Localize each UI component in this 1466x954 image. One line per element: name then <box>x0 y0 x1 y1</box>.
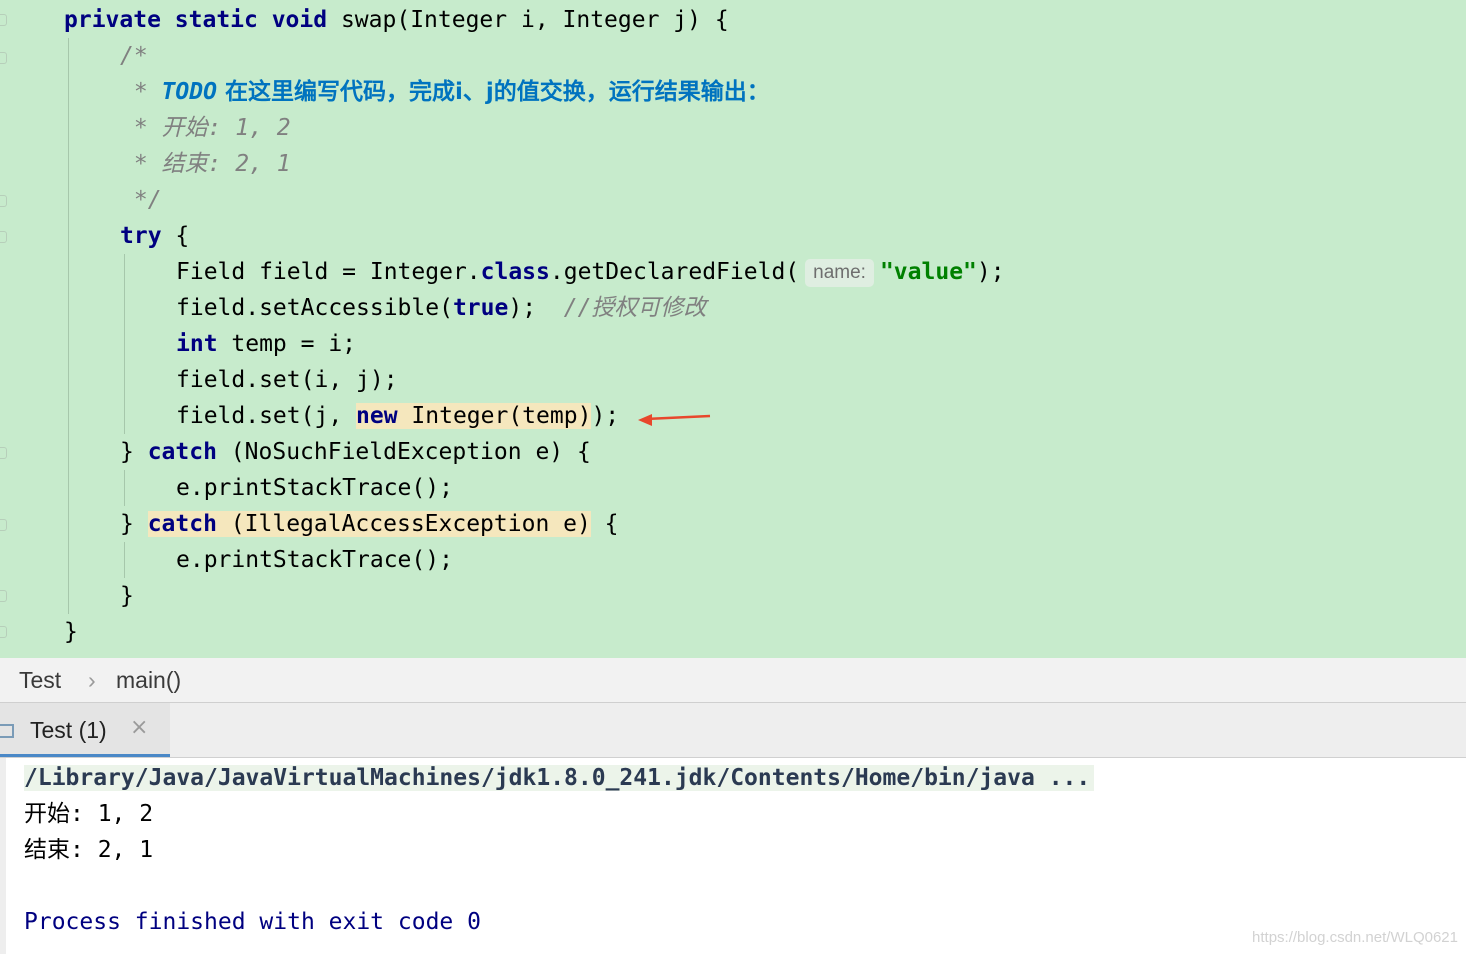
code-line-print-trace: e.printStackTrace(); <box>176 475 453 501</box>
keyword: private static void <box>64 7 328 33</box>
indent-guide <box>124 542 125 578</box>
run-console[interactable]: /Library/Java/JavaVirtualMachines/jdk1.8… <box>0 758 1466 954</box>
console-command-line: /Library/Java/JavaVirtualMachines/jdk1.8… <box>24 760 1095 796</box>
keyword: catch <box>147 511 217 537</box>
chevron-right-icon: › <box>88 667 96 693</box>
code-line-brace: } <box>64 619 78 645</box>
java-command-path[interactable]: /Library/Java/JavaVirtualMachines/jdk1.8… <box>24 765 1095 791</box>
keyword: int <box>176 331 218 357</box>
string-literal: "value" <box>879 259 977 285</box>
close-icon[interactable]: × <box>130 715 148 740</box>
code-line-try: try { <box>120 218 189 254</box>
code-text: Field field = Integer. <box>176 259 481 285</box>
code-line-set-accessible: field.setAccessible(true); //授权可修改 <box>176 290 706 326</box>
breadcrumb-method[interactable]: main() <box>116 667 181 694</box>
annotation-arrow-icon <box>638 414 711 426</box>
code-line-set-j: field.set(j, new Integer(temp)); <box>176 398 619 434</box>
keyword: new <box>356 403 398 429</box>
code-line-brace: } <box>120 583 134 609</box>
console-gutter <box>0 758 6 954</box>
keyword: class <box>480 259 550 285</box>
console-output-start: 开始: 1, 2 <box>24 801 154 827</box>
line-comment: //授权可修改 <box>563 295 707 321</box>
code-text: swap(Integer i, Integer j) { <box>327 7 729 33</box>
highlighted-code: (IllegalAccessException e) <box>216 511 591 537</box>
comment-line: * 开始: 1, 2 <box>120 115 291 141</box>
code-editor[interactable]: private static void swap(Integer i, Inte… <box>0 0 1466 658</box>
tab-label: Test (1) <box>30 717 107 743</box>
fold-marker[interactable] <box>0 14 7 26</box>
run-console-icon <box>0 724 14 738</box>
code-text: ); <box>976 259 1005 285</box>
fold-marker[interactable] <box>0 519 7 531</box>
code-text: .getDeclaredField( <box>549 259 800 285</box>
todo-keyword: TODO <box>161 79 217 105</box>
comment-line: /* <box>120 43 148 69</box>
keyword: try <box>120 223 162 249</box>
fold-marker[interactable] <box>0 195 7 207</box>
breadcrumb-class[interactable]: Test <box>19 667 61 694</box>
code-line-print-trace: e.printStackTrace(); <box>176 547 453 573</box>
fold-marker[interactable] <box>0 590 7 602</box>
fold-marker[interactable] <box>0 52 7 64</box>
todo-text: 在这里编写代码，完成i、j的值交换，运行结果输出： <box>216 79 770 105</box>
run-tab-bar: Test (1) × <box>0 703 1466 758</box>
comment-line: * 结束: 2, 1 <box>120 151 291 177</box>
code-text: field.setAccessible( <box>176 295 453 321</box>
code-text: } <box>120 439 148 465</box>
code-text: } <box>120 511 148 537</box>
code-line-catch-1: } catch (NoSuchFieldException e) { <box>120 434 591 470</box>
indent-guide <box>68 38 69 614</box>
code-text: temp = i; <box>217 331 357 357</box>
indent-guide <box>124 254 125 434</box>
indent-guide <box>124 470 125 506</box>
fold-marker[interactable] <box>0 626 7 638</box>
code-line-catch-2: } catch (IllegalAccessException e) { <box>120 506 619 542</box>
code-text: (NoSuchFieldException e) { <box>216 439 591 465</box>
fold-marker[interactable] <box>0 447 7 459</box>
comment-line: */ <box>120 187 162 213</box>
code-text: { <box>590 511 619 537</box>
code-text: { <box>161 223 190 249</box>
fold-marker[interactable] <box>0 231 7 243</box>
code-line-get-field: Field field = Integer.class.getDeclaredF… <box>176 254 1005 290</box>
code-line-set-i: field.set(i, j); <box>176 367 398 393</box>
watermark: https://blog.csdn.net/WLQ0621 <box>1252 929 1458 946</box>
console-output-end: 结束: 2, 1 <box>24 837 154 863</box>
highlighted-code: Integer(temp) <box>397 403 592 429</box>
tab-run-test[interactable]: Test (1) × <box>0 703 170 757</box>
console-exit-message: Process finished with exit code 0 <box>24 909 481 935</box>
keyword: catch <box>147 439 217 465</box>
code-text: ); <box>591 403 620 429</box>
code-line-temp: int temp = i; <box>176 326 356 362</box>
parameter-hint: name: <box>805 259 874 287</box>
code-line-method-signature: private static void swap(Integer i, Inte… <box>64 2 729 38</box>
breadcrumb: Test › main() <box>0 658 1466 703</box>
todo-comment-line: * TODO 在这里编写代码，完成i、j的值交换，运行结果输出： <box>120 74 770 110</box>
code-text: ); <box>508 295 564 321</box>
comment-text: * <box>120 79 162 105</box>
keyword: true <box>452 295 509 321</box>
code-text: field.set(j, <box>176 403 357 429</box>
